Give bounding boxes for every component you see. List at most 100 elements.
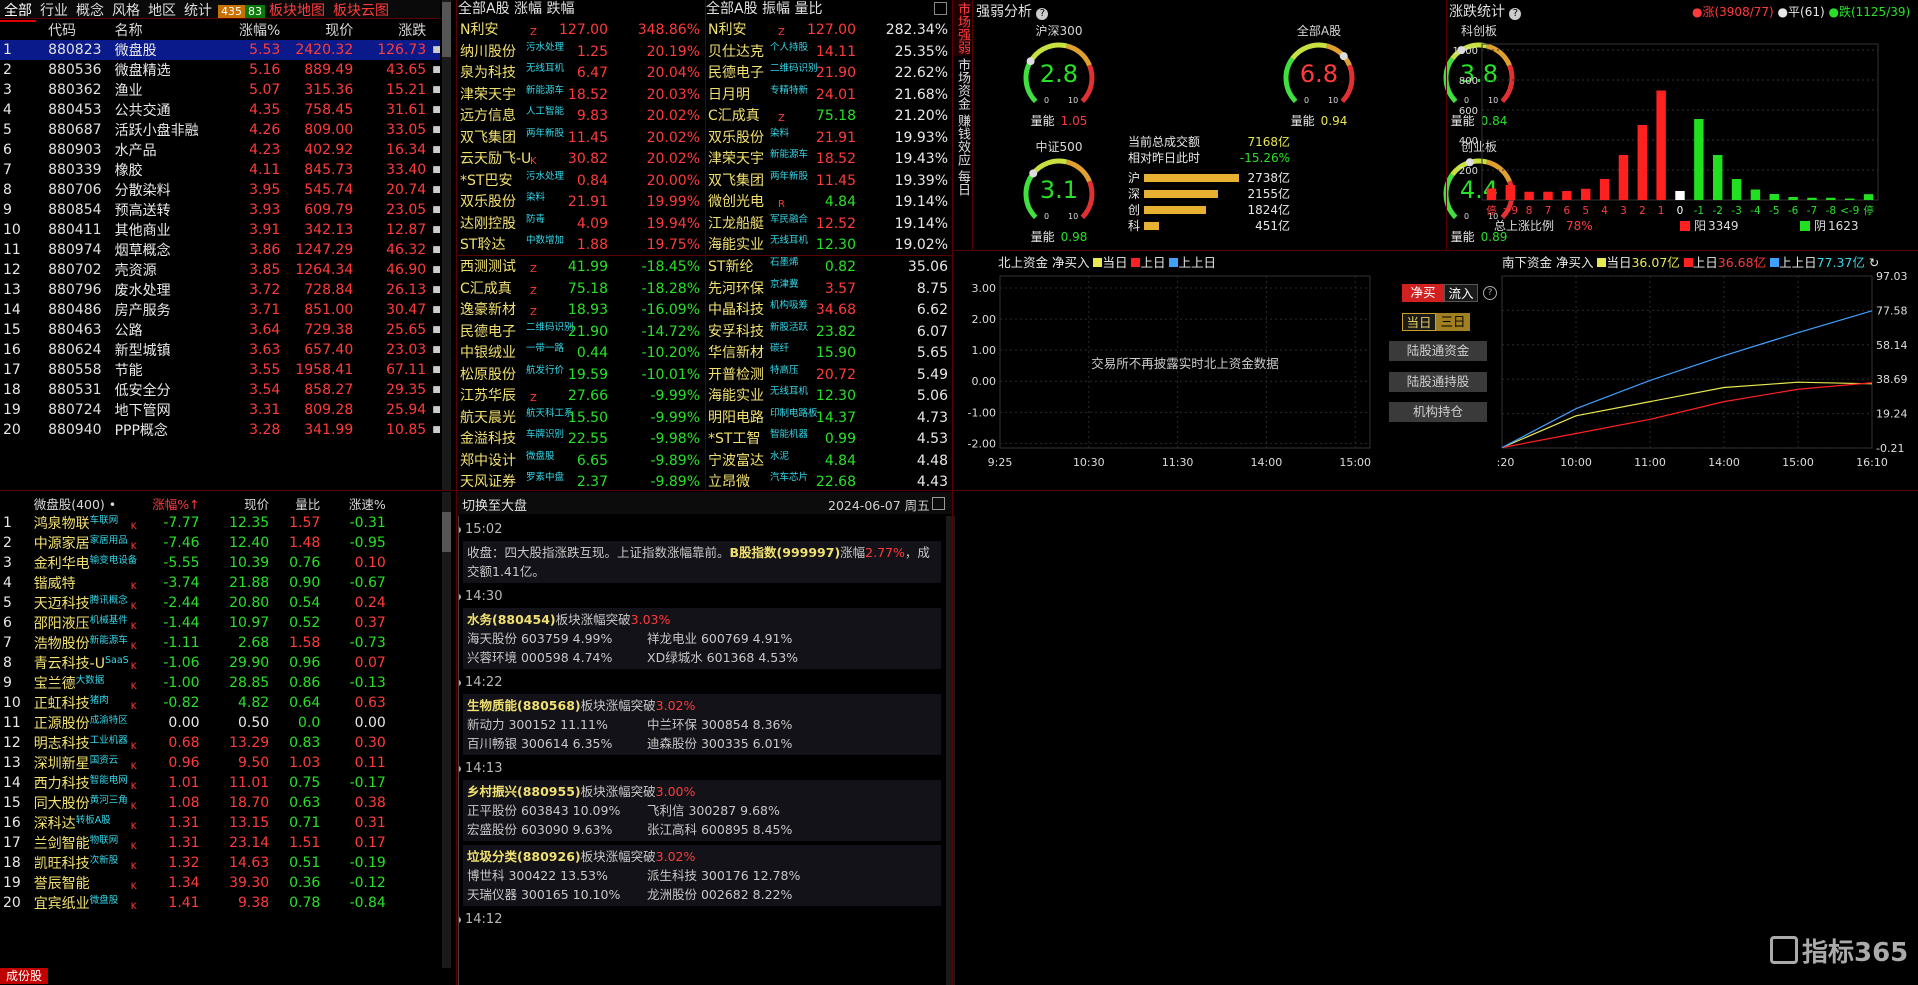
rank-row[interactable]: 津荣天宇 新能源车 18.52 19.43% <box>706 149 952 171</box>
sector-row[interactable]: 8 880706 分散染料 3.95 545.74 20.74 ■ <box>0 180 440 200</box>
switch-market-button[interactable]: 切换至大盘 <box>462 495 527 514</box>
col-name[interactable]: 名称 <box>112 20 215 40</box>
sector-row[interactable]: 5 880687 活跃小盘非融 4.26 809.00 33.05 ■ <box>0 120 440 140</box>
rank-row[interactable]: 泉为科技 无线耳机 6.47 20.04% <box>458 63 704 85</box>
rank-row[interactable]: 郑中设计 微盘股 6.65 -9.89% <box>458 451 704 473</box>
rank-row[interactable]: 中银绒业 一带一路 0.44 -10.20% <box>458 343 704 365</box>
news-stock[interactable]: 宏盛股份 603090 9.63% <box>467 820 647 839</box>
tab-all[interactable]: 全部 <box>0 2 36 22</box>
sector-row[interactable]: 20 880940 PPP概念 3.28 341.99 10.85 ■ <box>0 420 440 440</box>
updown-bar[interactable] <box>1807 197 1817 200</box>
sector-row[interactable]: 12 880702 壳资源 3.85 1264.34 46.90 ■ <box>0 260 440 280</box>
constituent-row[interactable]: 10 正虹科技猪肉 K -0.82 4.82 0.64 0.63 <box>0 693 440 713</box>
rank-row[interactable]: 明阳电路 印制电路板 14.37 4.73 <box>706 408 952 430</box>
rank-row[interactable]: ST新纶 石墨烯 0.82 35.06 <box>706 257 952 279</box>
constituent-row[interactable]: 2 中源家居家居用品 K -7.46 12.40 1.48 -0.95 <box>0 533 440 553</box>
constituent-row[interactable]: 16 深科达转板A股 K 1.31 13.15 0.71 0.31 <box>0 813 440 833</box>
rank-row[interactable]: 宁波富达 水泥 4.84 4.48 <box>706 451 952 473</box>
tab-industry[interactable]: 行业 <box>36 2 72 20</box>
tab-sector-map[interactable]: 板块地图 <box>265 2 329 20</box>
rank-row[interactable]: *ST巴安 污水处理 0.84 20.00% <box>458 171 704 193</box>
sector-row[interactable]: 10 880411 其他商业 3.91 342.13 12.87 ■ <box>0 220 440 240</box>
rank-row[interactable]: 海能实业 无线耳机 12.30 5.06 <box>706 386 952 408</box>
const-col-change[interactable]: 涨幅%↑ <box>143 493 202 513</box>
tab-concept[interactable]: 概念 <box>72 2 108 20</box>
const-col-speed[interactable]: 涨速% <box>323 493 388 513</box>
sector-row[interactable]: 9 880854 预高送转 3.93 609.79 23.05 ■ <box>0 200 440 220</box>
news-scrollbar[interactable] <box>946 516 955 985</box>
rank-row[interactable]: N利安 Z 127.00 348.86% <box>458 20 704 42</box>
news-date[interactable]: 2024-06-07 周五 <box>828 495 930 514</box>
news-card[interactable]: 垃圾分类(880926)板块涨幅突破3.02% 博世科 300422 13.53%… <box>463 845 941 906</box>
sector-row[interactable]: 19 880724 地下管网 3.31 809.28 25.94 ■ <box>0 400 440 420</box>
rank-row[interactable]: 双飞集团 两年新股 11.45 20.02% <box>458 128 704 150</box>
rank-row[interactable]: N利安 Z 127.00 282.34% <box>706 20 952 42</box>
constituent-scrollbar[interactable] <box>442 492 451 968</box>
news-stock[interactable]: 兴蓉环境 000598 4.74% <box>467 648 647 667</box>
sector-row[interactable]: 16 880624 新型城镇 3.63 657.40 23.03 ■ <box>0 340 440 360</box>
rank-row[interactable]: 航天晨光 航天科工系 15.50 -9.99% <box>458 408 704 430</box>
updown-bar[interactable] <box>1524 191 1534 200</box>
updown-bar[interactable] <box>1713 155 1723 200</box>
rank-row[interactable]: 开普检测 特高压 20.72 5.49 <box>706 365 952 387</box>
amp-rank-tab-vol[interactable]: 量比 <box>794 1 822 17</box>
rank-row[interactable]: 松原股份 航发行价 19.59 -10.01% <box>458 365 704 387</box>
constituent-row[interactable]: 1 鸿泉物联车联网 K -7.77 12.35 1.57 -0.31 <box>0 513 440 533</box>
news-stock[interactable]: 海天股份 603759 4.99% <box>467 629 647 648</box>
rank-row[interactable]: 西测测试 Z 41.99 -18.45% <box>458 257 704 279</box>
news-card[interactable]: 水务(880454)板块涨幅突破3.03% 海天股份 603759 4.99% 祥龙… <box>463 608 941 669</box>
updown-bar[interactable] <box>1656 90 1666 201</box>
rank-row[interactable]: 民德电子 二维码识别 21.90 -14.72% <box>458 322 704 344</box>
col-code[interactable]: 代码 <box>45 20 112 40</box>
calendar-icon[interactable] <box>932 497 945 510</box>
updown-bar[interactable] <box>1845 198 1855 201</box>
gauge-hs300[interactable]: 沪深300 2.8 0 10 量能 1.05 <box>1004 18 1114 132</box>
rank-row[interactable]: ST聆达 中数增加 1.88 19.75% <box>458 235 704 257</box>
gain-rank-tab-up[interactable]: 涨幅 <box>514 1 542 17</box>
const-col-price[interactable]: 现价 <box>203 493 273 513</box>
sector-scroll-thumb[interactable] <box>442 2 451 57</box>
sector-row[interactable]: 4 880453 公共交通 4.35 758.45 31.61 ■ <box>0 100 440 120</box>
sector-row[interactable]: 2 880536 微盘精选 5.16 889.49 43.65 ■ <box>0 60 440 80</box>
sector-row[interactable]: 15 880463 公路 3.64 729.38 25.65 ■ <box>0 320 440 340</box>
maximize-icon[interactable] <box>934 2 947 15</box>
updown-bar[interactable] <box>1750 189 1761 201</box>
constituent-footer-tab[interactable]: 成份股 <box>0 968 49 984</box>
updown-bar[interactable] <box>1543 191 1553 200</box>
constituent-row[interactable]: 6 邵阳液压机械基件 K -1.44 10.97 0.52 0.37 <box>0 613 440 633</box>
rank-row[interactable]: 江龙船艇 军民融合 12.52 19.14% <box>706 214 952 236</box>
sector-row[interactable]: 7 880339 橡胶 4.11 845.73 33.40 ■ <box>0 160 440 180</box>
sector-link[interactable]: 垃圾分类(880926) <box>467 849 581 864</box>
news-stock[interactable]: 博世科 300422 13.53% <box>467 866 647 885</box>
today-toggle[interactable]: 当日 <box>1402 313 1436 331</box>
news-stock[interactable]: 新动力 300152 11.11% <box>467 715 647 734</box>
constituent-row[interactable]: 9 宝兰德大数据 K -1.00 28.85 0.86 -0.13 <box>0 673 440 693</box>
updown-bar[interactable] <box>1581 188 1591 200</box>
updown-bar[interactable] <box>1562 191 1572 200</box>
tab-stats[interactable]: 统计 <box>180 2 216 20</box>
news-stock[interactable]: 正平股份 603843 10.09% <box>467 801 647 820</box>
sector-row[interactable]: 14 880486 房产服务 3.71 851.00 30.47 ■ <box>0 300 440 320</box>
updown-bar[interactable] <box>1826 197 1836 200</box>
rank-row[interactable]: 江苏华辰 Z 27.66 -9.99% <box>458 386 704 408</box>
tab-region[interactable]: 地区 <box>144 2 180 20</box>
amp-rank-tab-amp[interactable]: 振幅 <box>762 1 790 17</box>
rank-row[interactable]: C汇成真 Z 75.18 -18.28% <box>458 279 704 301</box>
constituent-row[interactable]: 12 明志科技工业机器 K 0.68 13.29 0.83 0.30 <box>0 733 440 753</box>
updown-bar[interactable] <box>1618 155 1629 200</box>
constituent-row[interactable]: 3 金利华电输变电设备 -5.55 10.39 0.76 0.10 <box>0 553 440 573</box>
constituent-row[interactable]: 4 锴威特 K -3.74 21.88 0.90 -0.67 <box>0 573 440 593</box>
col-diff[interactable]: 涨跌 <box>356 20 429 40</box>
news-stock[interactable]: 中兰环保 300854 8.36% <box>647 715 827 734</box>
sector-row[interactable]: 13 880796 废水处理 3.72 728.84 26.13 ■ <box>0 280 440 300</box>
updown-bar[interactable] <box>1863 194 1874 200</box>
gain-rank-scope[interactable]: 全部A股 <box>458 1 510 17</box>
side-tab[interactable]: 赚钱效应 <box>954 112 970 168</box>
rank-row[interactable]: 金溢科技 车牌识别 22.55 -9.98% <box>458 429 704 451</box>
sector-row[interactable]: 6 880903 水产品 4.23 402.92 16.34 ■ <box>0 140 440 160</box>
updown-bar[interactable] <box>1486 188 1497 200</box>
constituent-scroll-thumb[interactable] <box>442 512 451 552</box>
rank-row[interactable]: 民德电子 二维码识别 21.90 22.62% <box>706 63 952 85</box>
constituent-row[interactable]: 7 浩物股份新能源车 K -1.11 2.68 1.58 -0.73 <box>0 633 440 653</box>
tab-sector-cloud[interactable]: 板块云图 <box>329 2 393 20</box>
